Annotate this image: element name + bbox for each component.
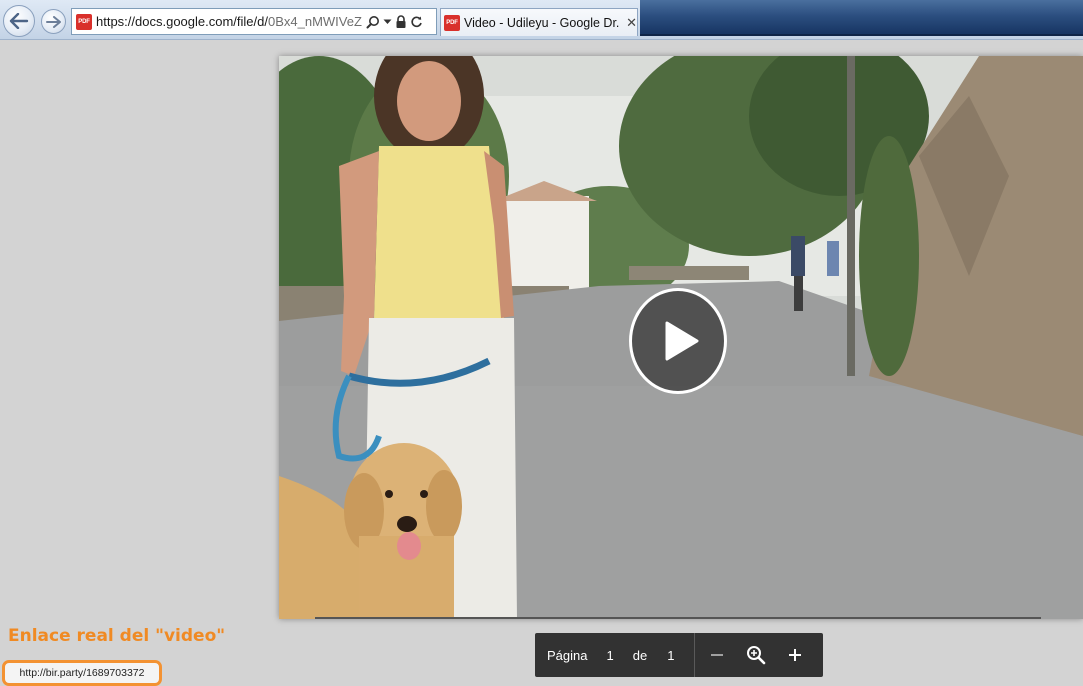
- current-page-number[interactable]: 1: [606, 648, 613, 663]
- plus-icon: [789, 649, 802, 661]
- browser-tab[interactable]: PDF Video - Udileyu - Google Dr... ✕: [440, 8, 638, 36]
- play-icon: [665, 321, 699, 361]
- chrome-tab-strip: [640, 0, 1083, 36]
- dropdown-icon[interactable]: [383, 19, 392, 25]
- back-arrow-icon: [9, 13, 29, 29]
- play-button[interactable]: [629, 288, 727, 394]
- real-link-url[interactable]: http://bir.party/1689703372: [20, 667, 145, 679]
- zoom-out-button[interactable]: [704, 642, 730, 668]
- forward-button[interactable]: [41, 9, 66, 34]
- of-label: de: [632, 647, 648, 663]
- address-actions: [366, 14, 423, 29]
- magnifier-icon: [747, 646, 766, 665]
- minus-icon: [711, 654, 724, 656]
- page-label: Página: [547, 647, 588, 663]
- lock-icon[interactable]: [395, 14, 407, 29]
- refresh-icon[interactable]: [410, 15, 423, 28]
- annotation-title: Enlace real del "video": [8, 626, 226, 646]
- close-icon[interactable]: ✕: [626, 15, 637, 31]
- forward-arrow-icon: [46, 15, 61, 28]
- video-scrub-line: [315, 617, 1041, 619]
- url-prefix: https://docs.google.com/file/d/: [96, 14, 268, 29]
- pdf-icon: PDF: [76, 13, 92, 30]
- url-text[interactable]: https://docs.google.com/file/d/0Bx4_nMWI…: [96, 14, 362, 29]
- tab-title: Video - Udileyu - Google Dr...: [464, 15, 621, 30]
- zoom-in-button[interactable]: [782, 642, 808, 668]
- page-toolbar: Página 1 de 1: [535, 633, 823, 677]
- total-pages: 1: [667, 647, 675, 663]
- video-preview[interactable]: [279, 56, 1083, 619]
- back-button[interactable]: [3, 5, 35, 37]
- address-bar[interactable]: PDF https://docs.google.com/file/d/0Bx4_…: [71, 8, 437, 35]
- annotation-link-box: http://bir.party/1689703372: [2, 660, 162, 686]
- toolbar-divider: [694, 633, 696, 677]
- pdf-icon: PDF: [444, 14, 460, 31]
- browser-chrome: PDF https://docs.google.com/file/d/0Bx4_…: [0, 0, 1083, 40]
- search-icon[interactable]: [366, 15, 380, 29]
- zoom-button[interactable]: [743, 642, 769, 668]
- url-rest: 0Bx4_nMWIVeZdU: [267, 14, 362, 29]
